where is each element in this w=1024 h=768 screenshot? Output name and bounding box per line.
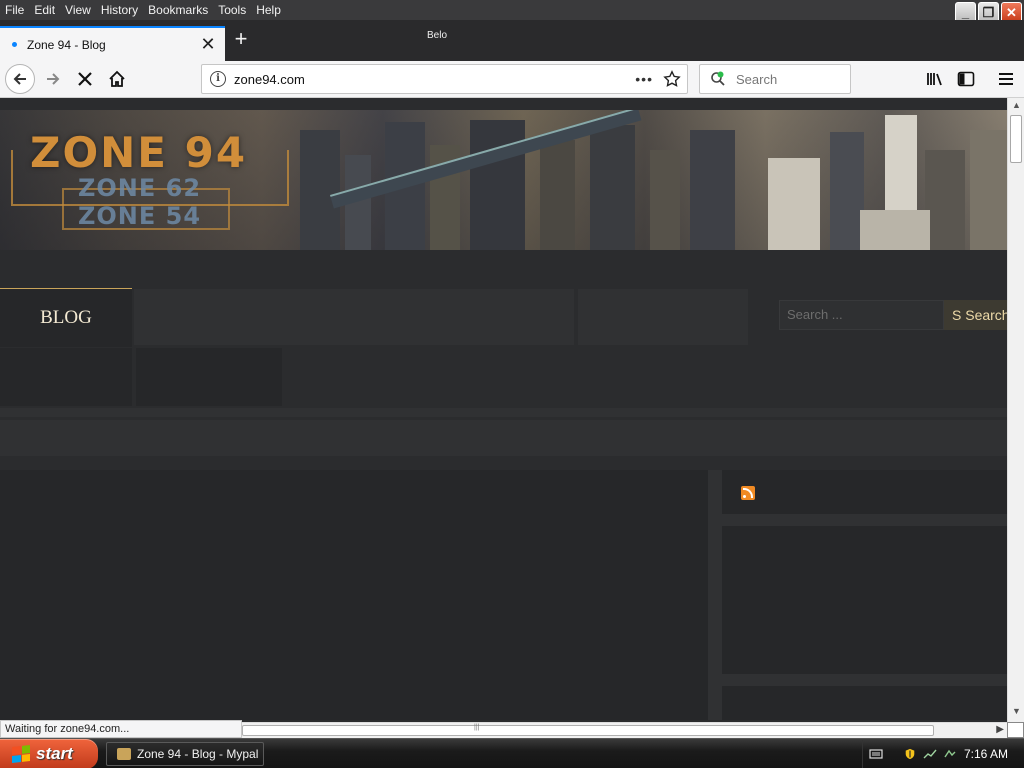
tab-zone94-blog[interactable]: Zone 94 - Blog ✕ <box>0 26 225 61</box>
vertical-scroll-thumb[interactable] <box>1010 115 1022 163</box>
site-logo-zone94[interactable]: ZONE 94 <box>30 128 247 177</box>
vertical-scrollbar[interactable]: ▲ ▼ <box>1007 98 1024 722</box>
main-content-area <box>0 470 708 720</box>
browser-search-box[interactable]: Search <box>699 64 851 94</box>
bookmark-star-icon[interactable] <box>663 70 681 88</box>
menu-edit[interactable]: Edit <box>29 1 60 19</box>
library-icon <box>927 73 942 86</box>
stop-x-icon <box>78 72 92 86</box>
nav-blog-label: BLOG <box>40 307 92 328</box>
browser-app-icon <box>117 748 131 760</box>
library-button[interactable] <box>920 64 950 94</box>
windows-flag-icon <box>12 745 30 763</box>
site-search-button[interactable]: S Search <box>944 300 1007 330</box>
new-tab-button[interactable]: + <box>230 28 252 51</box>
security-shield-icon[interactable] <box>903 748 917 760</box>
sidebar-toggle-button[interactable] <box>951 64 981 94</box>
url-bar[interactable]: i zone94.com ••• <box>201 64 688 94</box>
menu-help[interactable]: Help <box>251 1 286 19</box>
horizontal-scroll-thumb[interactable] <box>242 725 934 736</box>
rss-feed-icon[interactable] <box>741 486 755 500</box>
subnav-panel <box>0 348 132 406</box>
tab-strip: Zone 94 - Blog ✕ + Belo <box>0 20 1024 61</box>
start-button[interactable]: start <box>0 739 98 768</box>
menu-file[interactable]: File <box>0 1 29 19</box>
info-band <box>0 420 1007 456</box>
taskbar-window-item[interactable]: Zone 94 - Blog - Mypal <box>106 742 264 766</box>
page-viewport: ZONE 94 ZONE 62 ZONE 54 BLOG Search ... … <box>0 98 1007 720</box>
scroll-grip-icon: ||| <box>474 724 480 731</box>
hamburger-menu-icon <box>999 73 1013 85</box>
menu-button[interactable] <box>991 64 1021 94</box>
forward-arrow-icon <box>47 73 60 85</box>
screen: File Edit View History Bookmarks Tools H… <box>0 0 1024 768</box>
divider-band <box>0 408 1007 417</box>
horizontal-scrollbar[interactable]: ||| ▶ <box>242 722 1007 738</box>
drag-ghost-label: Belo <box>427 30 448 41</box>
back-arrow-icon <box>13 73 26 85</box>
logo-zone54: ZONE 54 <box>78 202 202 230</box>
network-activity-icon[interactable] <box>943 748 957 760</box>
tab-close-icon[interactable]: ✕ <box>197 34 219 55</box>
logo-zone62: ZONE 62 <box>78 174 202 202</box>
menu-bookmarks[interactable]: Bookmarks <box>143 1 213 19</box>
scroll-right-arrow-icon[interactable]: ▶ <box>996 724 1004 735</box>
menu-bar: File Edit View History Bookmarks Tools H… <box>0 0 1024 23</box>
home-button[interactable] <box>102 64 132 94</box>
site-header-banner: ZONE 94 ZONE 62 ZONE 54 <box>0 110 1007 250</box>
site-search-input[interactable]: Search ... <box>779 300 944 330</box>
sidebar-widget <box>722 526 1007 674</box>
url-text[interactable]: zone94.com <box>234 72 635 87</box>
sidebar-icon <box>957 71 975 87</box>
nav-panel <box>134 289 574 345</box>
navigation-toolbar: i zone94.com ••• Search <box>0 61 1024 98</box>
taskbar: start Zone 94 - Blog - Mypal 7:16 AM <box>0 738 1024 768</box>
site-nav-strip: BLOG Search ... S Search <box>0 288 1007 348</box>
tab-title: Zone 94 - Blog <box>27 37 106 52</box>
sidebar-widget <box>722 686 1007 720</box>
scroll-up-arrow-icon[interactable]: ▲ <box>1010 100 1023 114</box>
loading-dot-icon <box>12 42 17 47</box>
status-bar: Waiting for zone94.com... <box>0 720 242 738</box>
menu-history[interactable]: History <box>96 1 143 19</box>
rss-widget <box>722 470 1007 514</box>
network-icon[interactable] <box>923 748 937 760</box>
nav-blog-link[interactable]: BLOG <box>0 288 132 347</box>
scrollbar-corner <box>1007 722 1024 738</box>
menu-view[interactable]: View <box>60 1 96 19</box>
subnav-panel <box>136 348 282 406</box>
system-tray: 7:16 AM <box>862 740 1024 768</box>
scroll-down-arrow-icon[interactable]: ▼ <box>1010 706 1023 720</box>
stop-button[interactable] <box>70 64 100 94</box>
back-button[interactable] <box>5 64 35 94</box>
page-actions-icon[interactable]: ••• <box>635 71 653 87</box>
menu-tools[interactable]: Tools <box>213 1 251 19</box>
site-info-icon[interactable]: i <box>210 71 226 87</box>
nav-panel <box>578 289 748 345</box>
browser-search-placeholder: Search <box>736 71 778 87</box>
taskbar-clock: 7:16 AM <box>963 747 1008 761</box>
home-icon <box>109 70 125 87</box>
keyboard-icon[interactable] <box>869 748 883 760</box>
forward-button[interactable] <box>38 64 68 94</box>
start-label: start <box>36 744 73 763</box>
search-engine-icon <box>711 71 725 86</box>
taskbar-window-title: Zone 94 - Blog - Mypal <box>137 747 259 761</box>
